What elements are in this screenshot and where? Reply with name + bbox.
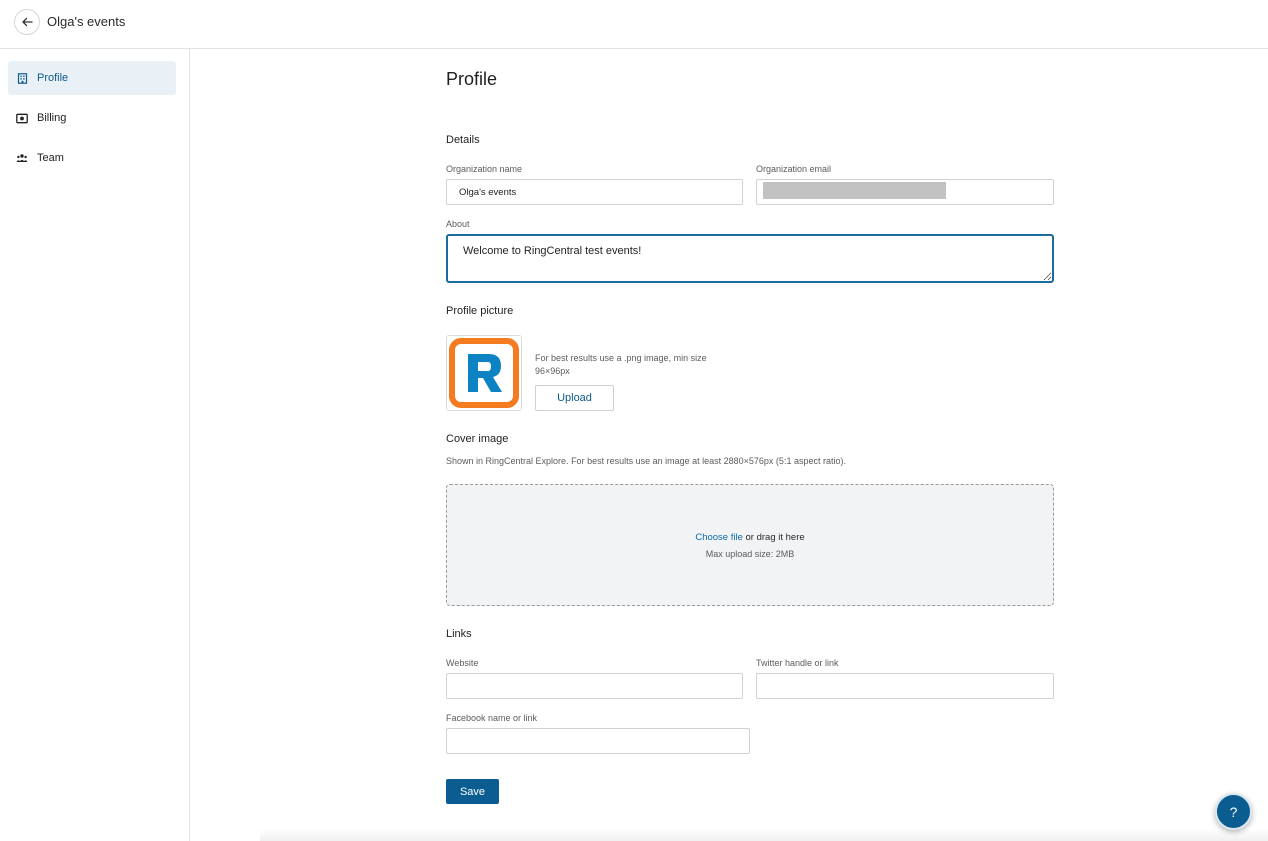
cover-image-dropzone[interactable]: Choose file or drag it here Max upload s… bbox=[446, 484, 1054, 606]
max-upload-size: Max upload size: 2MB bbox=[705, 549, 795, 559]
choose-file-link[interactable]: Choose file bbox=[695, 532, 743, 543]
cover-image-hint: Shown in RingCentral Explore. For best r… bbox=[446, 456, 846, 466]
organization-name-label: Organization name bbox=[446, 164, 523, 174]
dropzone-instructions: Choose file or drag it here bbox=[447, 532, 1053, 543]
facebook-input[interactable] bbox=[446, 728, 750, 754]
links-section-title: Links bbox=[446, 628, 472, 640]
arrow-left-icon bbox=[22, 17, 33, 27]
help-button[interactable]: ? bbox=[1215, 793, 1252, 830]
top-bar: Olga's events bbox=[0, 0, 1268, 49]
website-label: Website bbox=[446, 658, 479, 668]
cover-image-section-title: Cover image bbox=[446, 433, 509, 445]
redacted-value bbox=[763, 182, 946, 199]
ringcentral-logo bbox=[449, 338, 519, 408]
sidebar: Profile Billing Team bbox=[0, 49, 190, 841]
about-label: About bbox=[446, 219, 470, 229]
sidebar-item-billing[interactable]: Billing bbox=[8, 101, 176, 135]
drag-text: or drag it here bbox=[742, 532, 805, 543]
sidebar-item-label: Team bbox=[37, 152, 64, 164]
page-title: Profile bbox=[446, 69, 498, 89]
back-button[interactable] bbox=[14, 9, 40, 35]
team-icon bbox=[16, 152, 28, 164]
money-icon bbox=[16, 112, 28, 124]
facebook-label: Facebook name or link bbox=[446, 713, 538, 723]
profile-picture-section-title: Profile picture bbox=[446, 305, 514, 317]
save-button[interactable]: Save bbox=[446, 779, 499, 804]
organization-email-label: Organization email bbox=[756, 164, 832, 174]
profile-picture-hint: For best results use a .png image, min s… bbox=[535, 353, 707, 376]
organization-title: Olga's events bbox=[47, 14, 126, 29]
twitter-label: Twitter handle or link bbox=[756, 658, 839, 668]
upload-button[interactable]: Upload bbox=[535, 385, 614, 411]
sidebar-item-team[interactable]: Team bbox=[8, 141, 176, 175]
organization-name-input[interactable] bbox=[446, 179, 743, 205]
details-section-title: Details bbox=[446, 134, 480, 146]
website-input[interactable] bbox=[446, 673, 743, 699]
profile-picture-preview bbox=[446, 335, 522, 411]
sidebar-item-label: Profile bbox=[37, 72, 69, 84]
bottom-shadow bbox=[260, 829, 1268, 841]
about-textarea[interactable]: Welcome to RingCentral test events! bbox=[446, 234, 1054, 283]
organization-email-input[interactable] bbox=[756, 179, 1054, 205]
sidebar-item-label: Billing bbox=[37, 112, 67, 124]
building-icon bbox=[16, 72, 28, 84]
twitter-input[interactable] bbox=[756, 673, 1054, 699]
sidebar-item-profile[interactable]: Profile bbox=[8, 61, 176, 95]
